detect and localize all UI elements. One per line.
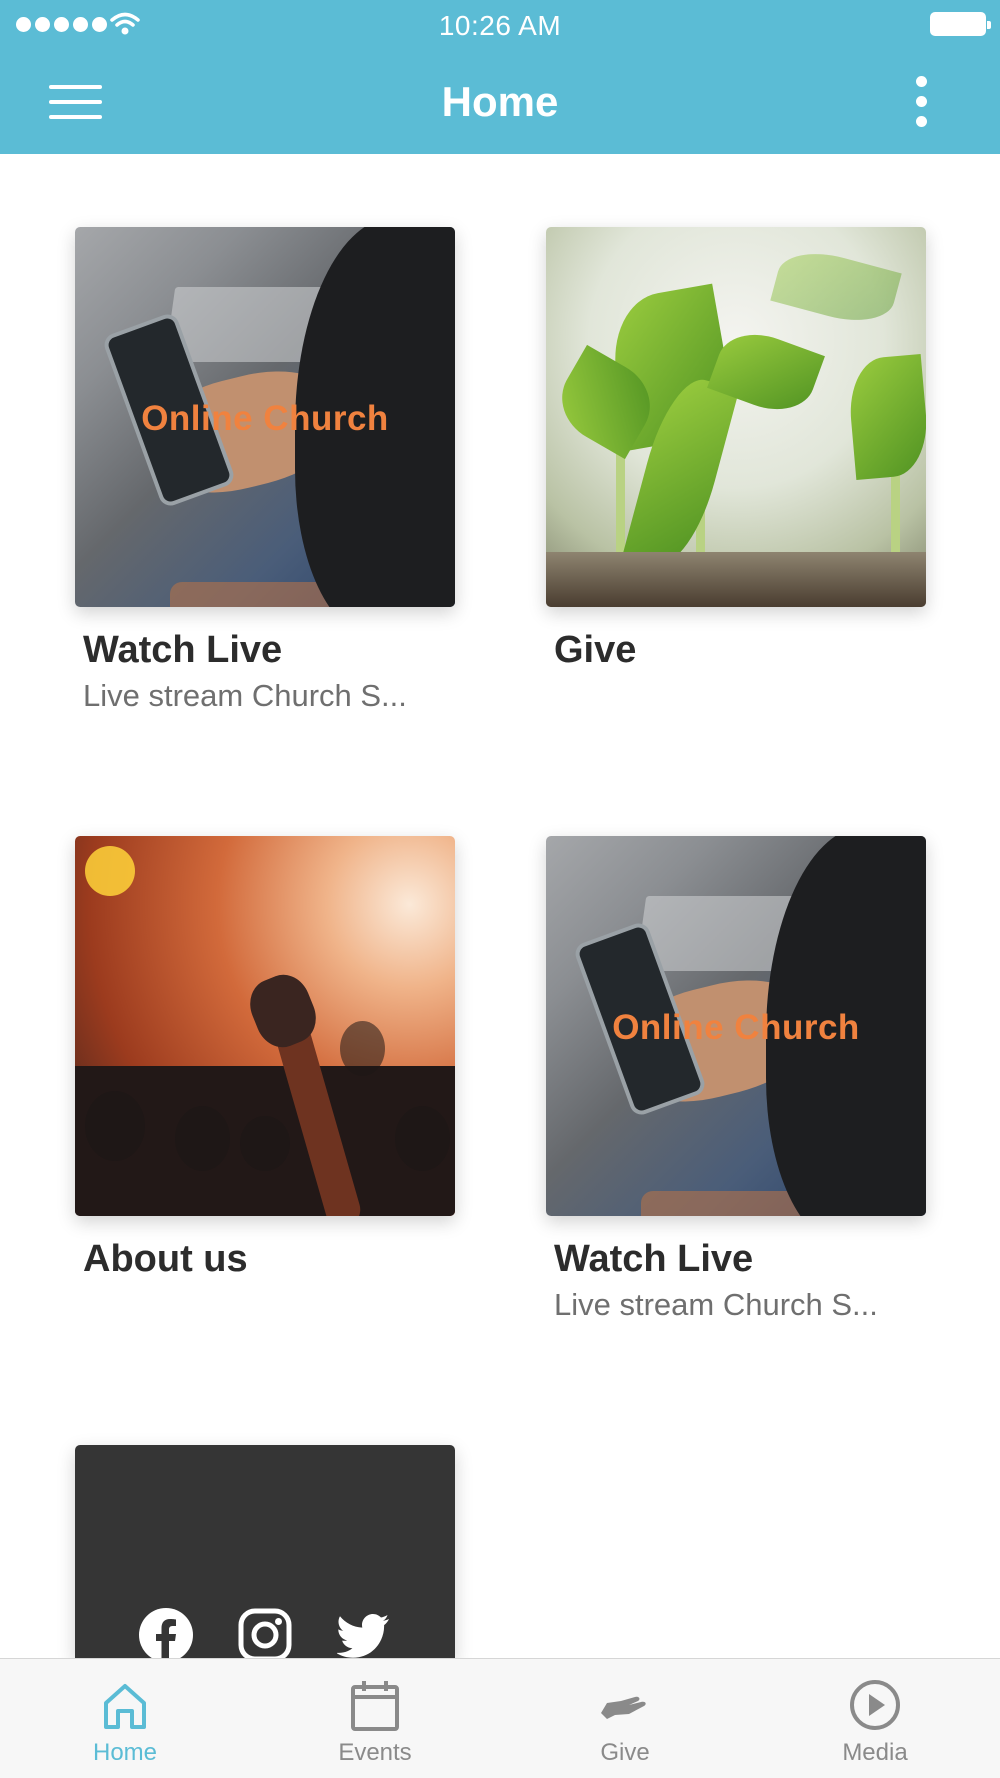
more-vertical-icon[interactable] <box>902 74 942 130</box>
worship-concert-image <box>75 836 455 1216</box>
bottom-tab-bar: Home Events Give Media <box>0 1658 1000 1778</box>
home-icon <box>104 1684 146 1729</box>
tile-subtitle: Live stream Church S... <box>554 1287 878 1322</box>
page-title: Home <box>441 78 559 125</box>
seedling-image <box>546 227 926 607</box>
tile-title: Give <box>554 629 637 671</box>
tab-label: Home <box>92 1739 158 1766</box>
facebook-icon[interactable] <box>139 1608 193 1662</box>
instagram-icon[interactable] <box>238 1608 292 1662</box>
tab-media[interactable]: Media <box>750 1659 1000 1778</box>
tile-watch-live[interactable]: Online Church Watch Live Live stream Chu… <box>75 227 455 714</box>
image-overlay-text: Online Church <box>612 1008 860 1047</box>
nav-bar: Home <box>0 50 1000 154</box>
tile-subtitle: Live stream Church S... <box>83 678 407 713</box>
tile-about-us[interactable]: About us <box>75 836 455 1281</box>
tab-label: Give <box>600 1739 650 1766</box>
social-media-tile <box>75 1445 455 1662</box>
calendar-icon <box>351 1681 399 1731</box>
tab-give[interactable]: Give <box>500 1659 750 1778</box>
tile-title: Watch Live <box>554 1238 754 1280</box>
online-church-image: Online Church <box>546 836 926 1216</box>
status-time: 10:26 AM <box>438 10 562 41</box>
image-overlay-text: Online Church <box>141 399 389 438</box>
twitter-icon[interactable] <box>337 1608 391 1662</box>
tab-events[interactable]: Events <box>250 1659 500 1778</box>
battery-icon <box>930 12 991 36</box>
tab-label: Media <box>842 1739 908 1766</box>
play-circle-icon <box>850 1680 900 1730</box>
tile-title: Watch Live <box>83 629 283 671</box>
tile-watch-live-2[interactable]: Online Church Watch Live Live stream Chu… <box>546 836 926 1323</box>
online-church-image: Online Church <box>75 227 455 607</box>
tab-home[interactable]: Home <box>0 1659 250 1778</box>
tile-title: About us <box>83 1238 248 1280</box>
status-bar: 10:26 AM <box>0 0 1000 50</box>
give-hand-icon <box>601 1696 646 1719</box>
tile-give[interactable]: Give <box>546 227 926 672</box>
tab-label: Events <box>338 1739 412 1766</box>
